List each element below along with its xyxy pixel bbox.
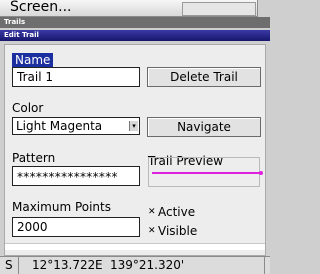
screen-tab-label: Screen... bbox=[10, 0, 72, 15]
edit-trail-titlebar: Edit Trail bbox=[0, 30, 270, 41]
active-label: Active bbox=[158, 205, 196, 219]
visible-label: Visible bbox=[158, 224, 198, 238]
max-points-label: Maximum Points bbox=[12, 200, 111, 214]
pattern-label: Pattern bbox=[12, 151, 56, 165]
x-check-icon: ✕ bbox=[148, 207, 156, 217]
trails-titlebar: Trails bbox=[0, 17, 270, 28]
x-check-icon: ✕ bbox=[148, 226, 156, 236]
pattern-field[interactable]: **************** bbox=[12, 166, 140, 186]
status-divider bbox=[18, 257, 19, 274]
lon-hemisphere: E bbox=[95, 258, 103, 272]
active-checkbox[interactable]: ✕ Active bbox=[148, 205, 195, 219]
status-divider bbox=[264, 257, 265, 274]
status-bar: S 12°13.722' E 139°21.320' bbox=[0, 256, 270, 274]
trail-preview-endpoint bbox=[259, 171, 263, 175]
trail-preview-line bbox=[152, 172, 260, 174]
delete-trail-button[interactable]: Delete Trail bbox=[147, 67, 261, 87]
color-value: Light Magenta bbox=[16, 119, 103, 133]
visible-checkbox[interactable]: ✕ Visible bbox=[148, 224, 197, 238]
edit-trail-dialog: Name Trail 1 Delete Trail Color Light Ma… bbox=[4, 44, 266, 256]
navigate-button[interactable]: Navigate bbox=[147, 117, 261, 137]
color-label: Color bbox=[12, 101, 44, 115]
lat-hemisphere: S bbox=[5, 258, 13, 272]
screen-tab[interactable]: Screen... bbox=[0, 0, 258, 17]
name-field[interactable]: Trail 1 bbox=[12, 67, 140, 87]
edit-trail-title: Edit Trail bbox=[4, 31, 39, 39]
latitude-readout: 12°13.722' bbox=[32, 258, 99, 272]
trails-title: Trails bbox=[4, 18, 26, 26]
screen-tab-spacer bbox=[182, 2, 256, 16]
name-label: Name bbox=[12, 53, 54, 67]
max-points-field[interactable]: 2000 bbox=[12, 217, 140, 237]
dialog-footer bbox=[5, 243, 265, 250]
color-dropdown[interactable]: Light Magenta ▾ bbox=[12, 117, 140, 135]
chevron-down-icon: ▾ bbox=[129, 121, 138, 131]
longitude-readout: 139°21.320' bbox=[110, 258, 185, 272]
